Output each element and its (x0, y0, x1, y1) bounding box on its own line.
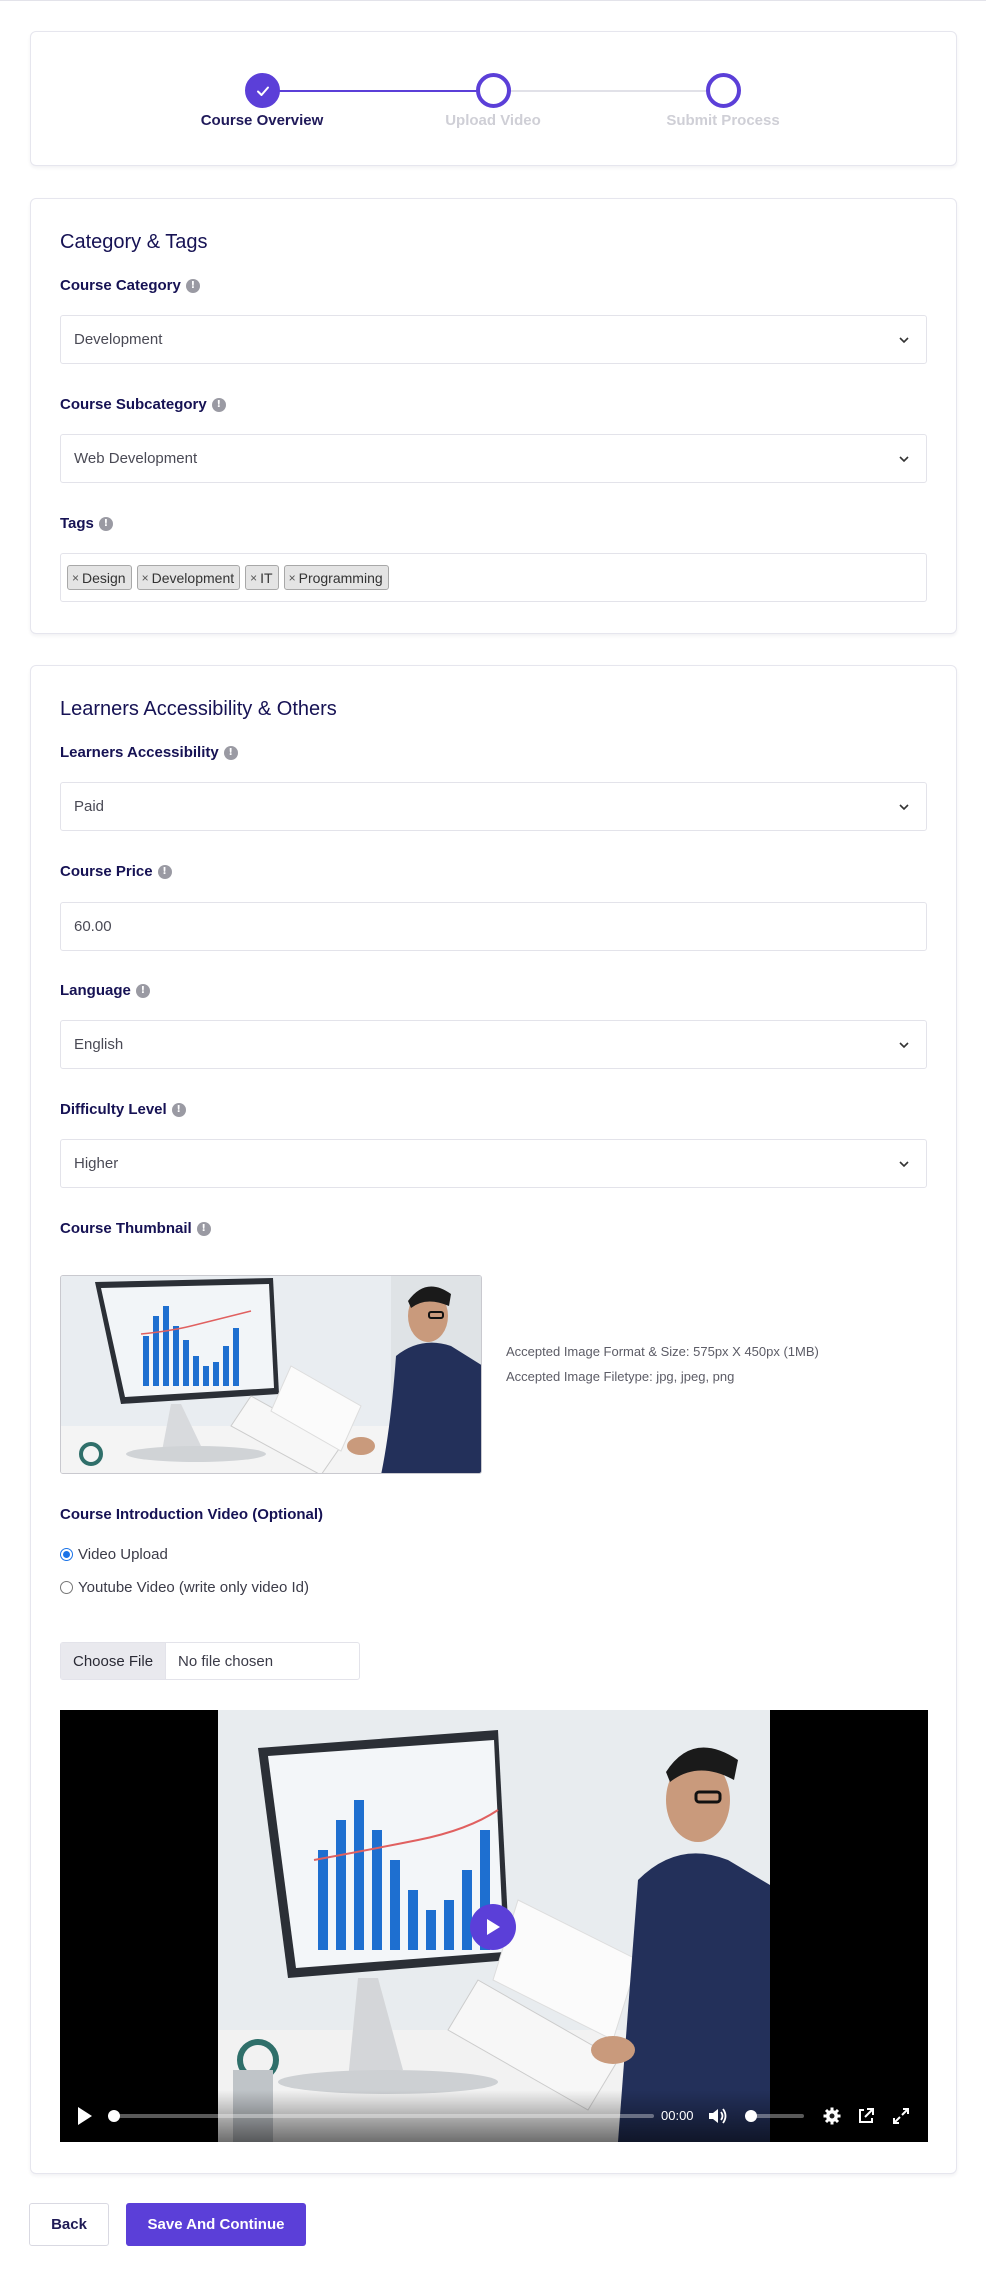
info-icon[interactable]: ! (211, 397, 226, 412)
play-icon (487, 1919, 500, 1935)
category-tags-card: Category & Tags Course Category ! Develo… (30, 198, 957, 634)
stepper-card: Course Overview Upload Video Submit Proc… (30, 31, 957, 166)
chevron-down-icon (899, 1042, 909, 1049)
radio-video-upload[interactable]: Video Upload (60, 1546, 168, 1563)
learners-accessibility-select[interactable]: Paid (60, 782, 927, 831)
tag-remove-icon[interactable]: × (142, 571, 149, 585)
info-icon[interactable]: ! (98, 516, 113, 531)
info-icon[interactable]: ! (196, 1221, 211, 1236)
video-controls: 00:00 (60, 2090, 928, 2142)
learners-accessibility-value: Paid (74, 798, 105, 815)
video-file-input[interactable]: Choose File No file chosen (60, 1642, 360, 1680)
course-price-label: Course Price ! (60, 863, 172, 880)
settings-gear-icon[interactable] (823, 2107, 841, 2125)
chevron-down-icon (899, 337, 909, 344)
radio-button[interactable] (60, 1581, 73, 1594)
step-connector-done (261, 90, 494, 92)
radio-youtube-video[interactable]: Youtube Video (write only video Id) (60, 1579, 309, 1596)
course-subcategory-value: Web Development (74, 450, 198, 467)
step-2-label: Upload Video (445, 112, 541, 129)
external-link-icon[interactable] (857, 2107, 875, 2125)
thumbnail-type-note: Accepted Image Filetype: jpg, jpeg, png (506, 1369, 735, 1384)
step-1-circle[interactable] (245, 73, 280, 108)
thumbnail-photo (61, 1276, 481, 1473)
language-value: English (74, 1036, 124, 1053)
step-3-label: Submit Process (666, 112, 780, 129)
choose-file-button[interactable]: Choose File (61, 1643, 167, 1679)
section-title-category: Category & Tags (60, 231, 208, 253)
chevron-down-icon (899, 804, 909, 811)
language-select[interactable]: English (60, 1020, 927, 1069)
fullscreen-icon[interactable] (892, 2107, 910, 2125)
volume-icon[interactable] (708, 2107, 728, 2125)
course-price-value: 60.00 (74, 918, 112, 935)
tag-chip: × Programming (283, 565, 389, 590)
info-icon[interactable]: ! (135, 983, 150, 998)
tag-remove-icon[interactable]: × (72, 571, 79, 585)
video-progress-knob[interactable] (108, 2110, 120, 2122)
volume-knob[interactable] (745, 2110, 757, 2122)
course-thumbnail-label: Course Thumbnail ! (60, 1220, 211, 1237)
difficulty-level-label: Difficulty Level ! (60, 1101, 186, 1118)
language-label: Language ! (60, 982, 150, 999)
file-status: No file chosen (178, 1652, 274, 1670)
check-icon (256, 86, 269, 96)
back-button[interactable]: Back (29, 2203, 109, 2246)
step-1-label: Course Overview (200, 112, 324, 129)
info-icon[interactable]: ! (223, 745, 238, 760)
tag-chip: × Development (136, 565, 241, 590)
course-subcategory-select[interactable]: Web Development (60, 434, 927, 483)
step-2-circle[interactable] (476, 73, 511, 108)
difficulty-level-select[interactable]: Higher (60, 1139, 927, 1188)
tag-chip: × IT (245, 565, 279, 590)
play-icon[interactable] (76, 2106, 94, 2126)
chevron-down-icon (899, 456, 909, 463)
course-category-value: Development (74, 331, 163, 348)
course-category-select[interactable]: Development (60, 315, 927, 364)
tag-remove-icon[interactable]: × (250, 571, 257, 585)
video-progress-track[interactable] (109, 2114, 654, 2118)
info-icon[interactable]: ! (157, 864, 172, 879)
info-icon[interactable]: ! (185, 278, 200, 293)
info-icon[interactable]: ! (171, 1102, 186, 1117)
tags-label: Tags ! (60, 515, 113, 532)
chevron-down-icon (899, 1161, 909, 1168)
tags-input[interactable]: × Design × Development × IT × Programming (60, 553, 927, 602)
learners-accessibility-card: Learners Accessibility & Others Learners… (30, 665, 957, 2174)
course-category-label: Course Category ! (60, 277, 200, 294)
play-overlay-button[interactable] (470, 1904, 516, 1950)
learners-accessibility-label: Learners Accessibility ! (60, 744, 238, 761)
thumbnail-size-note: Accepted Image Format & Size: 575px X 45… (506, 1344, 819, 1359)
video-player[interactable]: 00:00 (60, 1710, 928, 2142)
course-subcategory-label: Course Subcategory ! (60, 396, 226, 413)
radio-button-checked[interactable] (60, 1548, 73, 1561)
save-and-continue-button[interactable]: Save And Continue (126, 2203, 306, 2246)
step-connector-pending (494, 90, 723, 92)
tag-chip: × Design (67, 565, 132, 590)
intro-video-label: Course Introduction Video (Optional) (60, 1506, 324, 1523)
difficulty-level-value: Higher (74, 1155, 119, 1172)
course-price-input[interactable]: 60.00 (60, 902, 927, 951)
top-divider (0, 0, 986, 1)
tag-remove-icon[interactable]: × (289, 571, 296, 585)
step-3-circle[interactable] (706, 73, 741, 108)
video-time: 00:00 (661, 2108, 694, 2123)
section-title-learners: Learners Accessibility & Others (60, 698, 337, 720)
course-thumbnail-image[interactable] (60, 1275, 482, 1474)
